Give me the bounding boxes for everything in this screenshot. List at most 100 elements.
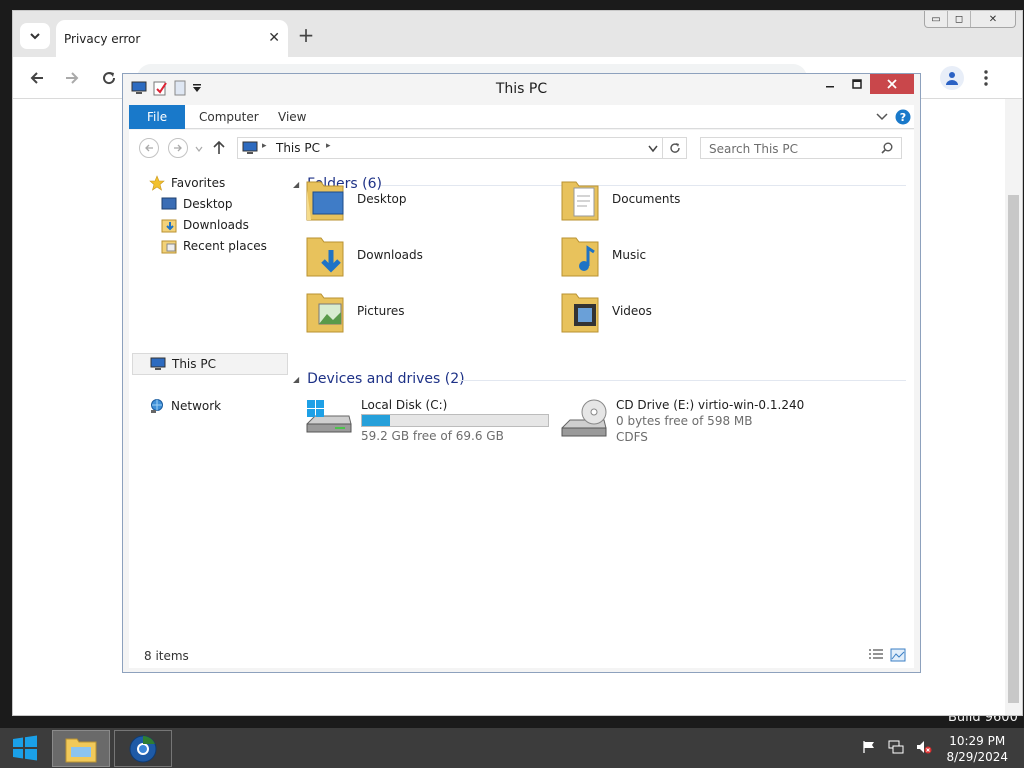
system-tray — [862, 740, 932, 754]
speaker-muted-icon[interactable] — [916, 740, 932, 754]
expand-ribbon-icon[interactable] — [876, 112, 888, 122]
drive-local-disk-c[interactable]: Local Disk (C:) 59.2 GB free of 69.6 GB — [305, 398, 549, 443]
status-bar: 8 items — [129, 644, 914, 668]
person-icon — [946, 72, 958, 85]
recent-locations-icon[interactable] — [195, 146, 203, 152]
folder-desktop[interactable]: Desktop — [305, 176, 407, 222]
back-button[interactable] — [25, 66, 49, 90]
search-input[interactable]: Search This PC — [700, 137, 902, 159]
svg-text:?: ? — [900, 111, 906, 124]
music-folder-icon — [561, 237, 599, 277]
nav-this-pc[interactable]: This PC — [132, 353, 288, 375]
forward-button[interactable] — [168, 138, 188, 158]
maximize-button[interactable] — [843, 74, 870, 94]
new-tab-button[interactable]: + — [295, 25, 317, 47]
downloads-folder-icon — [161, 219, 177, 233]
folder-music[interactable]: Music — [560, 232, 646, 278]
drive-name: CD Drive (E:) virtio-win-0.1.240 — [616, 398, 805, 412]
folder-videos[interactable]: Videos — [560, 288, 652, 334]
taskbar-chrome[interactable] — [114, 730, 172, 767]
local-disk-icon — [306, 400, 352, 433]
network-status-icon[interactable] — [888, 740, 904, 754]
videos-folder-icon — [561, 293, 599, 333]
breadcrumb-this-pc[interactable]: This PC — [276, 141, 320, 155]
close-icon — [887, 79, 897, 89]
tab-view[interactable]: View — [264, 105, 320, 129]
large-icons-view-icon[interactable] — [890, 648, 906, 662]
nav-label: Favorites — [171, 176, 226, 190]
nav-label: Desktop — [183, 197, 233, 211]
details-view-icon[interactable] — [868, 648, 884, 662]
maximize-button[interactable]: ◻ — [948, 11, 971, 27]
chevron-down-icon[interactable] — [648, 145, 658, 153]
nav-downloads[interactable]: Downloads — [161, 214, 249, 236]
taskbar-file-explorer[interactable] — [52, 730, 110, 767]
folder-documents[interactable]: Documents — [560, 176, 680, 222]
tab-computer[interactable]: Computer — [185, 105, 273, 129]
desktop-icon — [161, 197, 177, 210]
clock[interactable]: 10:29 PM 8/29/2024 — [946, 733, 1008, 765]
flag-icon[interactable] — [862, 740, 876, 754]
tab-search-button[interactable] — [20, 23, 50, 49]
up-arrow-icon[interactable] — [213, 141, 225, 155]
page-scrollbar[interactable] — [1005, 99, 1022, 715]
nav-desktop[interactable]: Desktop — [161, 193, 233, 215]
back-button[interactable] — [139, 138, 159, 158]
refresh-icon — [669, 143, 680, 153]
profile-avatar[interactable] — [940, 66, 964, 90]
close-button[interactable] — [870, 74, 914, 94]
minimize-button[interactable]: ▭ — [925, 11, 948, 27]
nav-label: Network — [171, 399, 222, 413]
start-button[interactable] — [0, 728, 50, 768]
group-divider — [459, 380, 906, 381]
address-bar[interactable]: ▸ This PC ▸ — [237, 137, 663, 159]
recent-places-icon — [161, 240, 177, 254]
nav-favorites[interactable]: Favorites — [149, 172, 225, 194]
tab-close-icon[interactable]: ✕ — [268, 30, 280, 46]
forward-arrow-icon — [66, 72, 79, 84]
taskbar: 10:29 PM 8/29/2024 — [0, 728, 1024, 768]
tab-title: Privacy error — [64, 32, 141, 46]
explorer-window-controls — [816, 74, 914, 94]
folder-label: Downloads — [357, 248, 423, 262]
tab-privacy-error[interactable]: Privacy error ✕ — [56, 20, 288, 58]
nav-label: Downloads — [183, 218, 249, 232]
chevron-down-icon — [30, 33, 40, 40]
drive-cd-e[interactable]: CD Drive (E:) virtio-win-0.1.240 0 bytes… — [560, 398, 804, 444]
reload-button[interactable] — [97, 66, 121, 90]
forward-button[interactable] — [60, 66, 84, 90]
tab-file[interactable]: File — [129, 105, 186, 129]
help-icon[interactable]: ? — [895, 109, 911, 125]
folder-downloads[interactable]: Downloads — [305, 232, 423, 278]
cd-drive-icon — [561, 399, 607, 437]
search-placeholder: Search This PC — [709, 142, 798, 156]
file-explorer-icon — [65, 738, 97, 762]
minimize-button[interactable] — [816, 74, 843, 94]
nav-label: Recent places — [183, 239, 267, 253]
collapse-triangle-icon[interactable]: ◢ — [293, 375, 299, 384]
maximize-icon — [851, 79, 862, 89]
content-pane: ◢ Folders (6) Desktop Documents Download… — [289, 166, 914, 644]
chrome-window-controls: ▭ ◻ ✕ — [924, 11, 1016, 28]
drive-free-space: 0 bytes free of 598 MB — [616, 414, 753, 428]
folder-label: Desktop — [357, 192, 407, 206]
clock-time: 10:29 PM — [949, 734, 1006, 748]
navigation-pane: Favorites Desktop Downloads Recent place… — [129, 166, 289, 644]
nav-recent-places[interactable]: Recent places — [161, 235, 267, 257]
nav-network[interactable]: Network — [149, 395, 221, 417]
collapse-triangle-icon[interactable]: ◢ — [293, 180, 299, 189]
clock-date: 8/29/2024 — [946, 750, 1008, 764]
close-button[interactable]: ✕ — [971, 11, 1015, 27]
folder-label: Videos — [612, 304, 652, 318]
forward-arrow-icon — [174, 144, 182, 152]
breadcrumb-chevron-icon[interactable]: ▸ — [326, 141, 331, 151]
scrollbar-thumb[interactable] — [1008, 195, 1019, 703]
search-icon — [881, 142, 893, 154]
group-header-devices[interactable]: ◢ Devices and drives (2) — [293, 371, 465, 387]
file-explorer-window: This PC File Computer View ? ▸ This PC ▸… — [122, 73, 921, 673]
chrome-menu-button[interactable] — [974, 66, 998, 90]
folder-pictures[interactable]: Pictures — [305, 288, 405, 334]
star-icon — [149, 175, 165, 191]
chrome-icon — [129, 735, 157, 762]
refresh-button[interactable] — [663, 137, 687, 159]
